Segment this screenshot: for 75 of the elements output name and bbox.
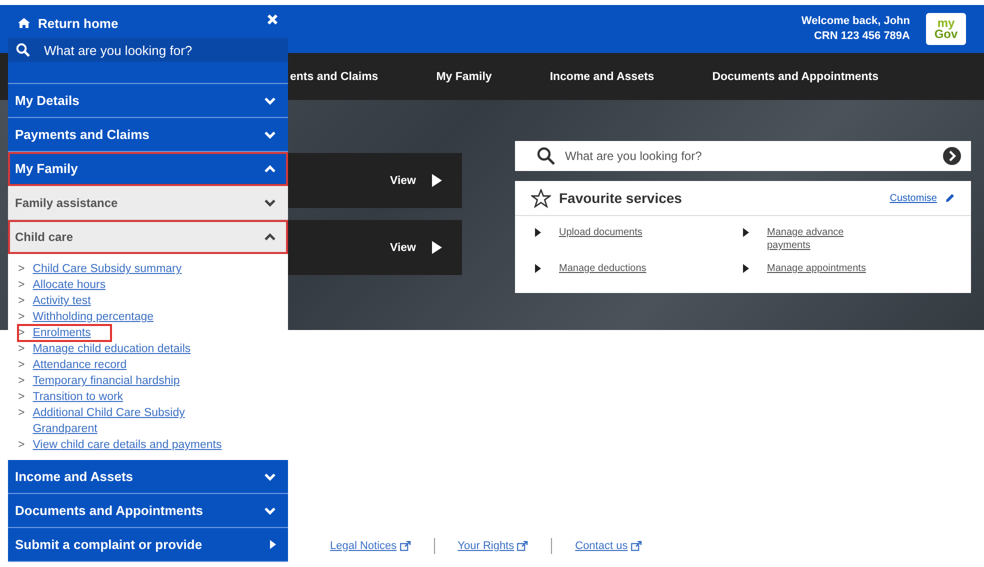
play-icon <box>432 241 442 254</box>
chevron-marker: > <box>18 358 25 373</box>
chevron-down-icon <box>264 198 276 206</box>
menu-item[interactable]: Submit a complaint or provide <box>8 528 288 562</box>
chevron-marker: > <box>18 310 25 325</box>
menu-item[interactable]: Income and Assets <box>8 460 288 494</box>
menu-link[interactable]: Manage child education details <box>32 341 191 357</box>
submenu-item[interactable]: Family assistance <box>8 186 288 220</box>
chevron-marker: > <box>18 438 25 453</box>
view-link[interactable]: View <box>390 174 416 186</box>
menu-item[interactable]: My Family <box>8 152 288 186</box>
menu-link[interactable]: Withholding percentage <box>32 309 154 325</box>
external-link-icon <box>517 541 528 551</box>
footer-link[interactable]: Contact us <box>575 540 628 552</box>
sidebar-search-field[interactable]: What are you looking for? <box>42 42 280 58</box>
nav-link[interactable]: Documents and Appointments <box>712 70 879 82</box>
chevron-marker: > <box>18 342 25 357</box>
service-link[interactable]: Manage advance payments <box>767 226 877 252</box>
favourites-title: Favourite services <box>559 190 683 206</box>
footer-link[interactable]: Legal Notices <box>330 540 397 552</box>
nav-link[interactable]: Income and Assets <box>550 70 654 82</box>
sidebar-search-bar[interactable]: What are you looking for? <box>8 38 288 62</box>
triangle-icon <box>743 228 749 237</box>
nav-link[interactable]: ents and Claims <box>290 70 378 82</box>
menu-link[interactable]: Activity test <box>32 293 91 309</box>
star-icon <box>531 188 551 208</box>
customise-link[interactable]: Customise <box>890 192 937 204</box>
chevron-up-icon <box>264 232 276 240</box>
chevron-marker: > <box>18 374 25 389</box>
submenu-item[interactable]: Child care <box>8 220 288 254</box>
menu-link[interactable]: Child Care Subsidy summary <box>32 261 182 277</box>
chevron-marker: > <box>18 262 25 277</box>
menu-item[interactable]: Documents and Appointments <box>8 494 288 528</box>
menu-link[interactable]: View child care details and payments <box>32 437 222 453</box>
external-link-icon <box>400 541 411 551</box>
triangle-icon <box>743 264 749 273</box>
menu-link[interactable]: Transition to work <box>32 389 124 405</box>
play-icon <box>432 174 442 187</box>
triangle-icon <box>535 228 541 237</box>
dashboard-tile[interactable]: View <box>288 153 462 208</box>
service-link[interactable]: Manage deductions <box>559 262 669 275</box>
search-icon <box>16 43 30 57</box>
chevron-marker: > <box>18 294 25 309</box>
chevron-marker: > <box>18 406 25 421</box>
menu-item[interactable]: My Details <box>8 84 288 118</box>
home-icon <box>18 18 30 28</box>
welcome-text: Welcome back, John <box>801 14 910 29</box>
menu-link[interactable]: Attendance record <box>32 357 127 373</box>
view-link[interactable]: View <box>390 242 416 254</box>
service-link[interactable]: Manage appointments <box>767 262 877 275</box>
chevron-down-icon <box>264 130 276 138</box>
search-bar[interactable]: What are you looking for? <box>515 141 971 171</box>
dashboard-tile[interactable]: View <box>288 220 462 275</box>
menu-link[interactable]: Allocate hours <box>32 277 106 293</box>
chevron-marker: > <box>18 390 25 405</box>
nav-link[interactable]: My Family <box>436 70 492 82</box>
chevron-down-icon <box>264 96 276 104</box>
menu-link[interactable]: Temporary financial hardship <box>32 373 180 389</box>
menu-link[interactable]: Additional Child Care Subsidy Grandparent <box>32 405 243 437</box>
triangle-icon <box>535 264 541 273</box>
chevron-down-icon <box>264 506 276 514</box>
pencil-icon <box>945 193 955 203</box>
footer-link[interactable]: Your Rights <box>458 540 514 552</box>
service-link[interactable]: Upload documents <box>559 226 669 239</box>
chevron-down-icon <box>264 472 276 480</box>
external-link-icon <box>630 541 642 551</box>
chevron-up-icon <box>264 164 276 172</box>
search-icon <box>537 147 555 165</box>
menu-item[interactable]: Payments and Claims <box>8 118 288 152</box>
crn-text: CRN 123 456 789A <box>814 29 910 44</box>
menu-link[interactable]: Enrolments <box>32 325 91 341</box>
go-icon[interactable] <box>943 147 961 165</box>
chevron-marker: > <box>18 278 25 293</box>
triangle-icon <box>270 540 276 549</box>
close-icon[interactable] <box>267 14 278 24</box>
